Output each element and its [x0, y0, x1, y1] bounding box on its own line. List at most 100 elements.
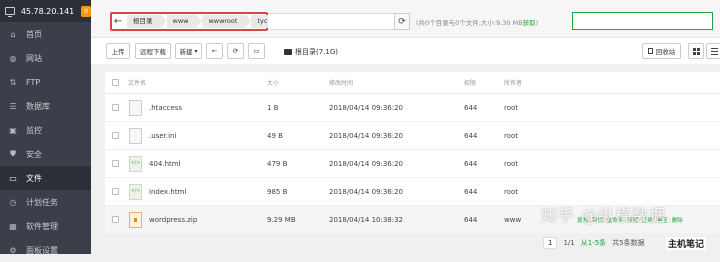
row-checkbox[interactable] — [112, 188, 119, 195]
page-number[interactable]: 1 — [543, 237, 558, 249]
sidebar-item-4[interactable]: ▣ 监控 — [0, 118, 91, 142]
sidebar-item-6[interactable]: ▭ 文件 — [0, 166, 91, 190]
remote-download-button[interactable]: 远程下载 — [135, 43, 171, 59]
new-button[interactable]: 新建 ▾ — [175, 43, 202, 59]
file-owner: root — [504, 103, 519, 112]
sidebar-item-1[interactable]: ◍ 网站 — [0, 46, 91, 70]
sidebar-item-7[interactable]: ◷ 计划任务 — [0, 190, 91, 214]
row-checkbox[interactable] — [112, 160, 119, 167]
get-size-link[interactable]: 获取 — [523, 19, 536, 27]
sidebar: 45.78.20.141 0 ⌂ 首页 ◍ 网站 ⇅ FTP ☰ 数据库 ▣ 监控 ⛊ 安全 ▭ 文件 ◷ 计… — [0, 0, 91, 255]
file-name[interactable]: 404.html — [149, 160, 181, 168]
html-file-icon — [129, 155, 142, 172]
watermark-secondary: 主机笔记 — [666, 237, 707, 250]
sidebar-item-2[interactable]: ⇅ FTP — [0, 70, 91, 94]
file-toolbar: 上传 远程下载 新建 ▾ ← ⟳ ▭ 根目录(7.1G) 回收站 — [91, 38, 720, 64]
globe-icon: ◍ — [9, 53, 17, 63]
file-size: 985 B — [267, 187, 288, 196]
terminal-icon: ▭ — [253, 47, 260, 55]
breadcrumb-item-wwwroot[interactable]: wwwroot — [202, 15, 252, 28]
sidebar-item-label: 文件 — [26, 173, 42, 183]
file-modified: 2018/04/14 10:38:32 — [329, 215, 404, 224]
sidebar-item-label: FTP — [26, 77, 41, 87]
hdd-icon — [284, 49, 292, 55]
directory-info: (共0个目录与0个文件,大小:9.30 MB获取) — [416, 19, 539, 27]
file-size: 1 B — [267, 103, 279, 112]
file-name[interactable]: wordpress.zip — [149, 216, 197, 224]
list-icon — [710, 47, 718, 55]
file-size: 479 B — [267, 159, 288, 168]
sidebar-item-3[interactable]: ☰ 数据库 — [0, 94, 91, 118]
server-icon — [5, 7, 15, 17]
back-button[interactable]: ← — [206, 43, 223, 59]
page-count: 1/1 — [563, 239, 575, 247]
row-checkbox[interactable] — [112, 216, 119, 223]
table-row[interactable]: 404.html 479 B 2018/04/14 09:36:20 644 root — [105, 150, 720, 178]
refresh-icon: ⟳ — [398, 16, 406, 27]
file-permission: 644 — [464, 187, 478, 196]
clock-icon: ◷ — [9, 197, 17, 207]
file-permission: 644 — [464, 159, 478, 168]
header-permission: 权限 — [464, 80, 477, 87]
file-owner: root — [504, 159, 519, 168]
recycle-bin-button[interactable]: 回收站 — [642, 43, 681, 59]
sidebar-item-0[interactable]: ⌂ 首页 — [0, 22, 91, 46]
folder-icon: ▭ — [9, 173, 17, 183]
file-owner: root — [504, 187, 519, 196]
row-action-link[interactable]: 删除 — [672, 218, 683, 224]
breadcrumb-item-root[interactable]: 根目录 — [127, 15, 166, 28]
table-row[interactable]: .htaccess 1 B 2018/04/14 09:36:20 644 root — [105, 94, 720, 122]
header-filename[interactable]: 文件名 — [128, 78, 146, 87]
action-separator: | — [668, 217, 671, 224]
row-checkbox[interactable] — [112, 132, 119, 139]
file-permission: 644 — [464, 215, 478, 224]
file-modified: 2018/04/14 09:36:20 — [329, 131, 404, 140]
ftp-icon: ⇅ — [9, 77, 17, 87]
upload-button[interactable]: 上传 — [106, 43, 130, 59]
search-input[interactable] — [572, 12, 713, 30]
page-range: 从1-5条 — [580, 239, 607, 247]
gear-icon: ⚙ — [9, 245, 17, 255]
file-name[interactable]: index.html — [149, 188, 186, 196]
trash-icon — [647, 48, 653, 54]
list-view-button[interactable] — [706, 43, 720, 59]
database-icon: ☰ — [9, 101, 17, 111]
file-permission: 644 — [464, 131, 478, 140]
sidebar-item-5[interactable]: ⛊ 安全 — [0, 142, 91, 166]
file-size: 9.29 MB — [267, 215, 296, 224]
server-ip: 45.78.20.141 — [20, 6, 75, 16]
header-modified[interactable]: 修改时间 — [329, 78, 353, 87]
sidebar-item-label: 安全 — [26, 149, 42, 159]
terminal-button[interactable]: ▭ — [248, 43, 265, 59]
sidebar-item-9[interactable]: ⚙ 面板设置 — [0, 238, 91, 262]
server-header: 45.78.20.141 0 — [0, 0, 91, 22]
shield-icon: ⛊ — [10, 149, 16, 158]
file-name[interactable]: .user.ini — [149, 132, 176, 140]
table-row[interactable]: .user.ini 49 B 2018/04/14 09:36:20 644 root — [105, 122, 720, 150]
file-modified: 2018/04/14 09:36:20 — [329, 103, 404, 112]
select-all-checkbox[interactable] — [112, 79, 119, 86]
html-file-icon — [129, 183, 142, 200]
grid-icon — [692, 47, 700, 55]
table-header: 文件名 大小 修改时间 权限 所有者 — [105, 72, 720, 94]
back-arrow-icon[interactable]: ← — [114, 16, 122, 27]
sidebar-item-label: 网站 — [26, 53, 42, 63]
zip-file-icon — [129, 211, 142, 228]
file-name[interactable]: .htaccess — [149, 104, 182, 112]
path-input[interactable] — [268, 13, 396, 30]
grid-view-button[interactable] — [688, 43, 704, 59]
header-owner: 所有者 — [504, 80, 523, 87]
sidebar-item-label: 软件管理 — [26, 221, 58, 231]
watermark: 知乎 @纵横数据 — [541, 206, 667, 225]
refresh-icon: ⟳ — [232, 47, 239, 55]
refresh-path-button[interactable]: ⟳ — [394, 13, 410, 30]
sidebar-item-label: 数据库 — [26, 101, 50, 111]
arrow-left-icon: ← — [211, 47, 218, 55]
notification-badge[interactable]: 0 — [81, 5, 91, 17]
breadcrumb-item-www[interactable]: www — [166, 15, 203, 28]
row-checkbox[interactable] — [112, 104, 119, 111]
refresh-button[interactable]: ⟳ — [227, 43, 244, 59]
header-size[interactable]: 大小 — [267, 78, 279, 87]
disk-info: 根目录(7.1G) — [284, 47, 338, 57]
sidebar-item-8[interactable]: ▦ 软件管理 — [0, 214, 91, 238]
